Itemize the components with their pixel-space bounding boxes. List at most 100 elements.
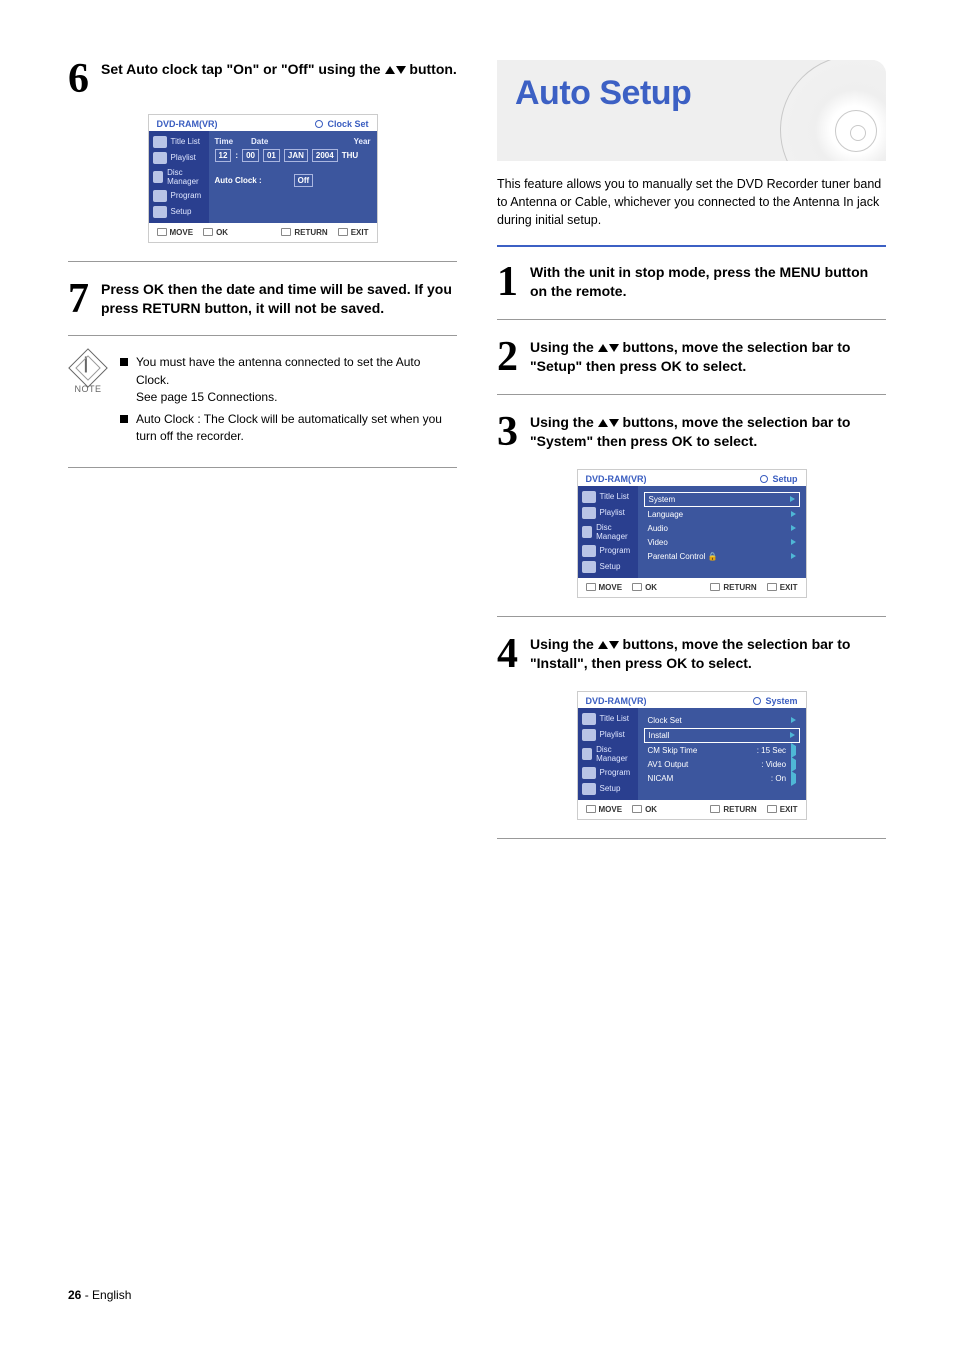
- sidebar-item: Setup: [600, 562, 621, 571]
- footer-exit: EXIT: [780, 805, 798, 814]
- menu-item: Language: [648, 510, 684, 519]
- up-arrow-icon: [598, 344, 608, 352]
- sidebar-item: Program: [600, 768, 631, 777]
- sidebar-item: Playlist: [171, 153, 196, 162]
- program-icon: [153, 190, 167, 202]
- footer-exit: EXIT: [351, 228, 369, 237]
- program-icon: [582, 545, 596, 557]
- note-list: You must have the antenna connected to s…: [120, 354, 457, 449]
- divider: [68, 261, 457, 262]
- chevron-right-icon: [790, 496, 795, 502]
- bullet-icon: [120, 358, 128, 366]
- menu-item: AV1 Output: [648, 760, 689, 769]
- value-month: JAN: [284, 149, 308, 162]
- sidebar-item: Title List: [171, 137, 201, 146]
- step2-text-a: Using the: [530, 339, 598, 355]
- down-arrow-icon: [396, 66, 406, 74]
- up-arrow-icon: [598, 641, 608, 649]
- return-key-icon: [710, 805, 720, 813]
- osd-title-right: Clock Set: [327, 119, 368, 129]
- footer-exit: EXIT: [780, 583, 798, 592]
- osd-title-right: System: [765, 696, 797, 706]
- sidebar-item: Disc Manager: [596, 745, 633, 763]
- gear-icon: [753, 697, 761, 705]
- step-number: 3: [497, 415, 518, 453]
- step-7: 7 Press OK then the date and time will b…: [68, 280, 457, 318]
- menu-item: Install: [649, 731, 670, 740]
- sidebar-item: Title List: [600, 492, 630, 501]
- osd-clock-set: DVD-RAM(VR) Clock Set Title List Playlis…: [148, 114, 378, 243]
- step-1: 1 With the unit in stop mode, press the …: [497, 263, 886, 301]
- value-mm: 00: [242, 149, 259, 162]
- chevron-right-icon: [791, 511, 796, 517]
- sidebar-item: Program: [600, 546, 631, 555]
- step-number: 6: [68, 62, 89, 98]
- step-number: 4: [497, 637, 518, 675]
- menu-value: : Video: [761, 760, 786, 769]
- disc-manager-icon: [153, 171, 164, 183]
- program-icon: [582, 767, 596, 779]
- menu-item: Audio: [648, 524, 668, 533]
- label-date: Date: [251, 137, 268, 146]
- accent-divider: [497, 245, 886, 247]
- menu-item: Clock Set: [648, 716, 682, 725]
- osd-title-right: Setup: [772, 474, 797, 484]
- osd-title-left: DVD-RAM(VR): [157, 119, 218, 129]
- divider: [68, 467, 457, 468]
- chevron-right-icon: [791, 757, 796, 772]
- intro-text: This feature allows you to manually set …: [497, 175, 886, 229]
- osd-header: DVD-RAM(VR) Clock Set: [149, 115, 377, 131]
- step-text: Set Auto clock tap "On" or "Off" using t…: [101, 60, 457, 96]
- disc-manager-icon: [582, 748, 593, 760]
- note-bullet-1-sub: See page 15 Connections.: [136, 389, 457, 406]
- osd-sidebar: Title List Playlist Disc Manager Program…: [149, 131, 209, 223]
- step-number: 1: [497, 265, 518, 303]
- chevron-right-icon: [790, 732, 795, 738]
- footer-sep: -: [81, 1288, 92, 1302]
- step-3: 3 Using the buttons, move the selection …: [497, 413, 886, 451]
- step-6: 6 Set Auto clock tap "On" or "Off" using…: [68, 60, 457, 96]
- footer-move: MOVE: [599, 805, 623, 814]
- step6-text-a: Set Auto clock tap "On" or "Off" using t…: [101, 61, 385, 77]
- menu-value: : On: [771, 774, 786, 783]
- note-block: NOTE You must have the antenna connected…: [68, 354, 457, 449]
- step-text: With the unit in stop mode, press the ME…: [530, 263, 886, 301]
- label-year: Year: [354, 137, 371, 146]
- step-4: 4 Using the buttons, move the selection …: [497, 635, 886, 673]
- footer-return: RETURN: [723, 805, 756, 814]
- sidebar-item: Playlist: [600, 730, 625, 739]
- footer-language: English: [92, 1288, 131, 1302]
- return-key-icon: [281, 228, 291, 236]
- exit-key-icon: [767, 805, 777, 813]
- footer-ok: OK: [216, 228, 228, 237]
- value-hh: 12: [215, 149, 232, 162]
- osd-setup: DVD-RAM(VR) Setup Title List Playlist Di…: [577, 469, 807, 598]
- chevron-right-icon: [791, 717, 796, 723]
- disc-manager-icon: [582, 526, 593, 538]
- sidebar-item: Program: [171, 191, 202, 200]
- playlist-icon: [582, 729, 596, 741]
- note-icon: [68, 349, 108, 389]
- osd-system: DVD-RAM(VR) System Title List Playlist D…: [577, 691, 807, 820]
- footer-ok: OK: [645, 805, 657, 814]
- note-bullet-1: You must have the antenna connected to s…: [136, 355, 420, 386]
- return-key-icon: [710, 583, 720, 591]
- right-column: Auto Setup This feature allows you to ma…: [497, 60, 886, 857]
- playlist-icon: [582, 507, 596, 519]
- step-text: Using the buttons, move the selection ba…: [530, 635, 886, 673]
- divider: [68, 335, 457, 336]
- chevron-right-icon: [791, 771, 796, 786]
- ok-key-icon: [632, 583, 642, 591]
- section-hero: Auto Setup: [497, 60, 886, 161]
- menu-item: CM Skip Time: [648, 746, 698, 755]
- exit-key-icon: [767, 583, 777, 591]
- step-number: 2: [497, 340, 518, 378]
- down-arrow-icon: [609, 641, 619, 649]
- gear-icon: [760, 475, 768, 483]
- menu-item: NICAM: [648, 774, 674, 783]
- step-number: 7: [68, 282, 89, 320]
- divider: [497, 394, 886, 395]
- step6-text-b: button.: [406, 61, 457, 77]
- sidebar-item: Disc Manager: [596, 523, 633, 541]
- chevron-right-icon: [791, 525, 796, 531]
